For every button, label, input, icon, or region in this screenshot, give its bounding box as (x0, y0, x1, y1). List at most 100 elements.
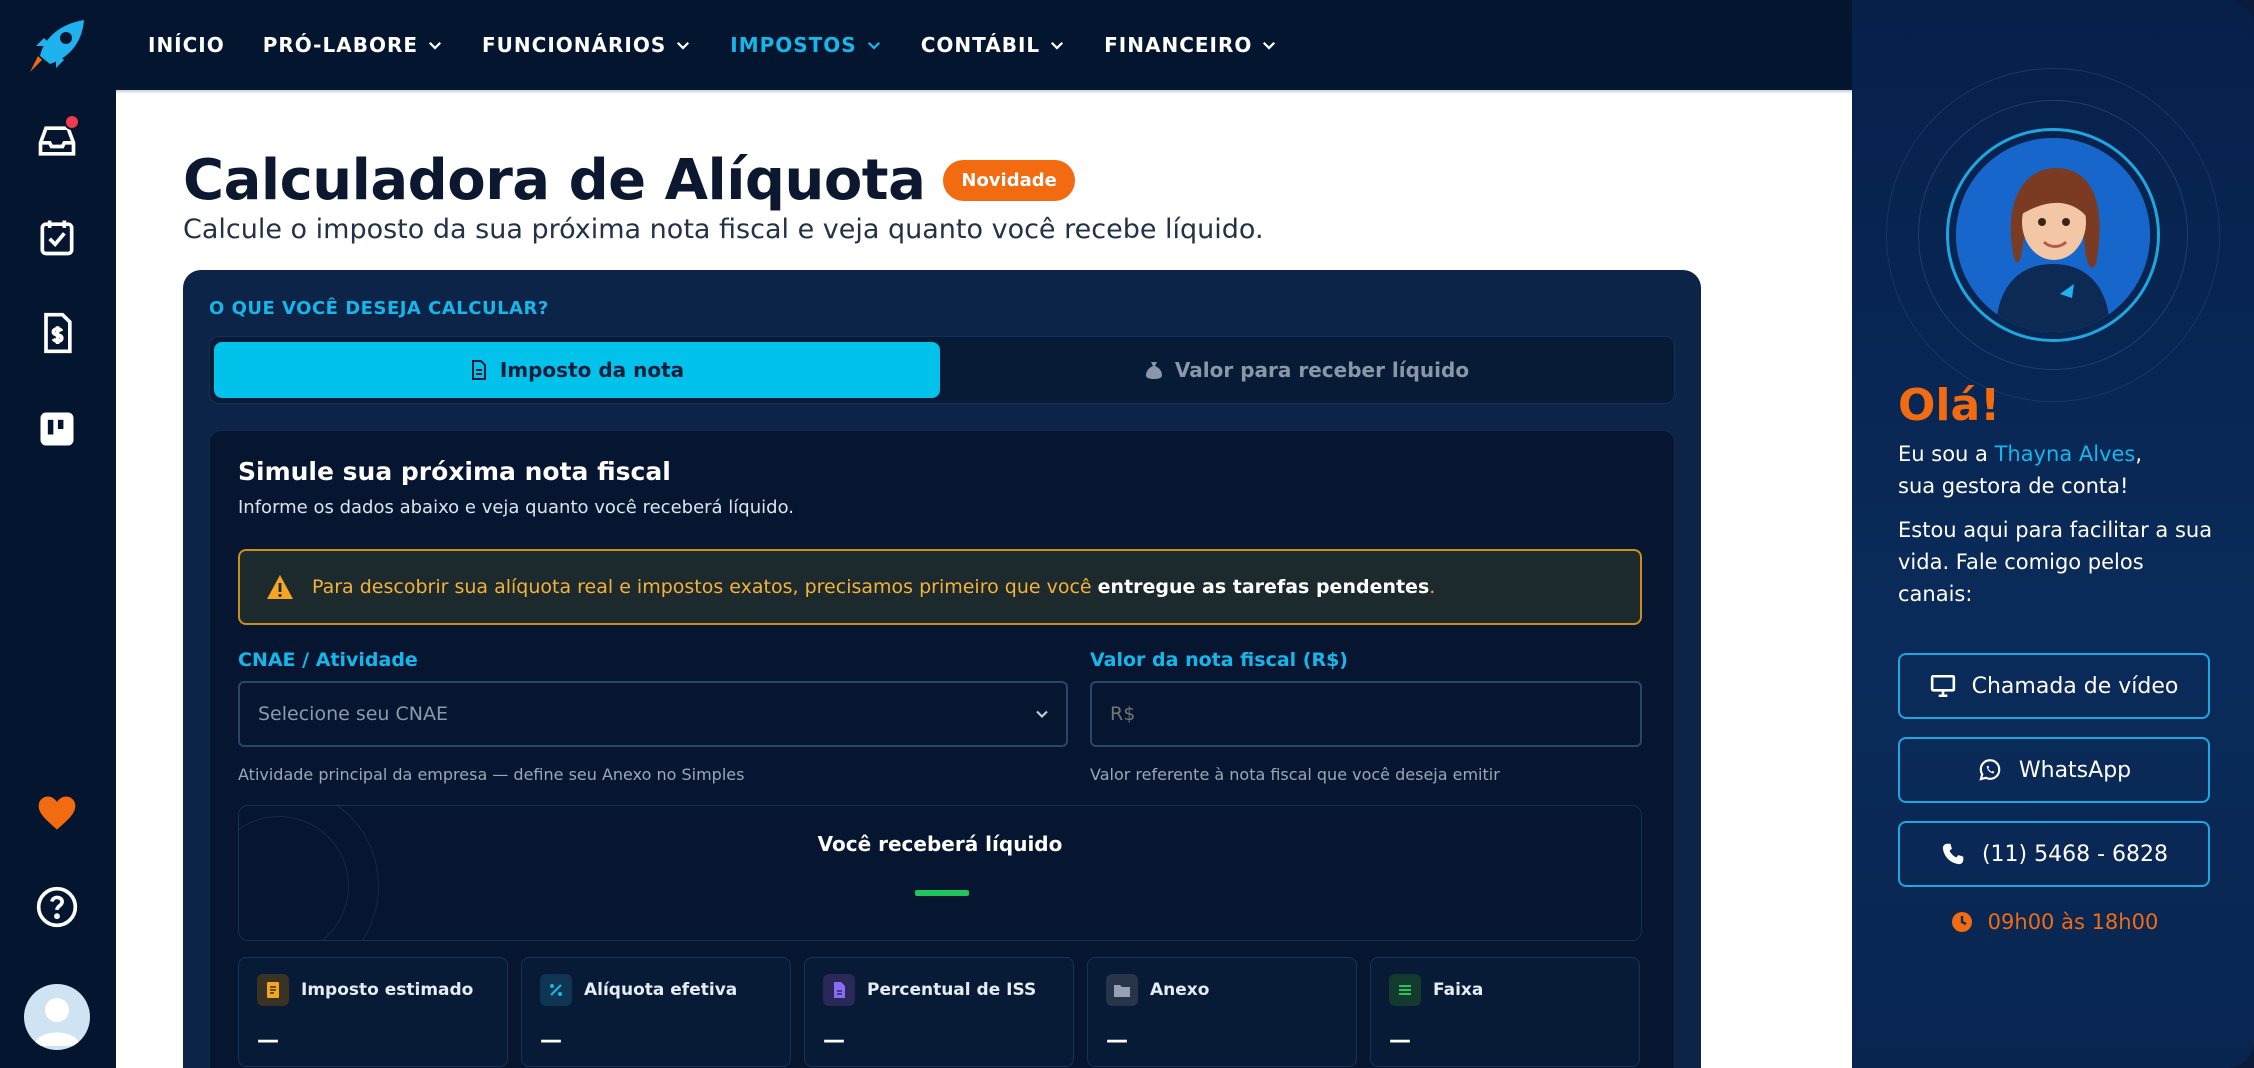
invoice-value-input[interactable] (1090, 681, 1642, 747)
tab-imposto-da-nota[interactable]: Imposto da nota (214, 342, 940, 398)
chevron-down-icon (428, 41, 442, 50)
kanban-button[interactable] (30, 402, 84, 456)
cnae-help: Atividade principal da empresa — define … (238, 765, 745, 784)
chevron-down-icon (1263, 41, 1276, 50)
calendar-check-icon (40, 220, 74, 256)
pending-tasks-warning: Para descobrir sua alíquota real e impos… (238, 549, 1642, 625)
left-sidebar (0, 0, 116, 1068)
simulation-subtitle: Informe os dados abaixo e veja quanto vo… (238, 497, 794, 518)
business-hours: 09h00 às 18h00 (1898, 910, 2210, 934)
intro-suffix: , (2135, 442, 2143, 466)
button-label: WhatsApp (2018, 757, 2132, 783)
help-circle-icon (36, 886, 78, 928)
chevron-down-icon (1051, 41, 1064, 50)
whatsapp-button[interactable]: WhatsApp (1898, 737, 2210, 803)
phone-icon (1942, 843, 1964, 865)
calculation-tabs: Imposto da nota Valor para receber líqui… (209, 336, 1675, 404)
nav-item-inicio[interactable]: INÍCIO (148, 33, 225, 57)
intro-prefix: Eu sou a (1898, 442, 1995, 466)
money-bag-icon (1145, 362, 1162, 379)
user-avatar[interactable] (24, 984, 90, 1050)
metric-value: — (1389, 1028, 1411, 1053)
user-icon (34, 998, 80, 1046)
manager-intro: Eu sou a Thayna Alves, sua gestora de co… (1898, 438, 2142, 502)
clock-icon (1951, 912, 1972, 932)
percent-icon (540, 974, 572, 1006)
page-title: Calculadora de Alíquota (183, 148, 926, 213)
favorites-button[interactable] (30, 786, 84, 840)
cnae-select[interactable]: Selecione seu CNAE (238, 681, 1068, 747)
metric-aliquota-efetiva: Alíquota efetiva — (521, 957, 791, 1067)
nav-label: FINANCEIRO (1104, 33, 1253, 57)
calendar-button[interactable] (30, 210, 84, 264)
nav-item-financeiro[interactable]: FINANCEIRO (1104, 33, 1278, 57)
warning-link-text[interactable]: entregue as tarefas pendentes (1098, 576, 1430, 598)
net-result-title: Você receberá líquido (817, 832, 1063, 856)
calculator-question: O QUE VOCÊ DESEJA CALCULAR? (209, 298, 549, 319)
metric-value: — (540, 1028, 562, 1053)
tab-label: Valor para receber líquido (1174, 358, 1470, 382)
metric-faixa: Faixa — (1370, 957, 1640, 1067)
tab-label: Imposto da nota (499, 358, 685, 382)
invoice-value-label: Valor da nota fiscal (R$) (1090, 649, 1348, 671)
nav-label: PRÓ-LABORE (262, 33, 419, 57)
receipt-icon (257, 974, 289, 1006)
heart-icon (38, 796, 76, 830)
inbox-button[interactable] (30, 114, 84, 168)
account-manager-panel: Olá! Eu sou a Thayna Alves, sua gestora … (1852, 0, 2254, 1068)
manager-name: Thayna Alves (1994, 442, 2136, 466)
phone-button[interactable]: (11) 5468 - 6828 (1898, 821, 2210, 887)
page-subtitle: Calcule o imposto da sua próxima nota fi… (183, 214, 1264, 245)
chevron-down-icon (867, 41, 880, 50)
warning-text: Para descobrir sua alíquota real e impos… (312, 576, 1098, 598)
page-header: Calculadora de Alíquota Novidade (183, 148, 1075, 213)
simulation-panel: Simule sua próxima nota fiscal Informe o… (209, 430, 1675, 1068)
monitor-icon (1930, 674, 1955, 698)
invoice-button[interactable] (30, 306, 84, 360)
rocket-logo-icon[interactable] (22, 16, 92, 76)
button-label: Chamada de vídeo (1971, 673, 2179, 699)
help-button[interactable] (30, 880, 84, 934)
warning-message: Para descobrir sua alíquota real e impos… (312, 576, 1435, 598)
document-icon (471, 360, 486, 380)
whatsapp-icon (1979, 759, 2001, 781)
video-call-button[interactable]: Chamada de vídeo (1898, 653, 2210, 719)
nav-item-pro-labore[interactable]: PRÓ-LABORE (263, 33, 444, 57)
simulation-title: Simule sua próxima nota fiscal (238, 457, 671, 486)
button-label: (11) 5468 - 6828 (1981, 841, 2169, 867)
metric-label: Faixa (1433, 980, 1484, 1000)
calculator-card: O QUE VOCÊ DESEJA CALCULAR? Imposto da n… (183, 270, 1701, 1068)
nav-item-contabil[interactable]: CONTÁBIL (921, 33, 1066, 57)
cnae-placeholder: Selecione seu CNAE (258, 703, 448, 725)
nav-item-funcionarios[interactable]: FUNCIONÁRIOS (482, 33, 692, 57)
metric-value: — (257, 1028, 279, 1053)
net-result-placeholder-bar (915, 890, 969, 896)
metric-value: — (823, 1028, 845, 1053)
list-icon (1389, 974, 1421, 1006)
nav-label: FUNCIONÁRIOS (482, 33, 667, 57)
metric-label: Anexo (1150, 980, 1210, 1000)
tab-valor-liquido[interactable]: Valor para receber líquido (944, 342, 1670, 398)
nav-item-impostos[interactable]: IMPOSTOS (730, 33, 882, 57)
warning-end: . (1429, 576, 1436, 598)
invoice-dollar-icon (44, 312, 72, 354)
file-icon (823, 974, 855, 1006)
notification-dot (64, 114, 80, 130)
cnae-label: CNAE / Atividade (238, 649, 418, 671)
manager-role: sua gestora de conta! (1898, 474, 2129, 498)
metric-label: Alíquota efetiva (584, 980, 738, 1000)
invoice-value-help: Valor referente à nota fiscal que você d… (1090, 765, 1500, 784)
chevron-down-icon (1036, 710, 1048, 718)
metric-label: Percentual de ISS (867, 980, 1037, 1000)
manager-message: Estou aqui para facilitar a sua vida. Fa… (1898, 518, 2213, 606)
account-manager-photo (1956, 138, 2150, 332)
net-result-box: Você receberá líquido (238, 805, 1642, 941)
metric-imposto-estimado: Imposto estimado — (238, 957, 508, 1067)
nav-label: CONTÁBIL (920, 33, 1041, 57)
warning-icon (267, 575, 293, 599)
nav-label: IMPOSTOS (730, 33, 857, 57)
folder-icon (1106, 974, 1138, 1006)
main-content: Calculadora de Alíquota Novidade Calcule… (116, 90, 1852, 1068)
metric-percentual-iss: Percentual de ISS — (804, 957, 1074, 1067)
chevron-down-icon (677, 41, 690, 50)
